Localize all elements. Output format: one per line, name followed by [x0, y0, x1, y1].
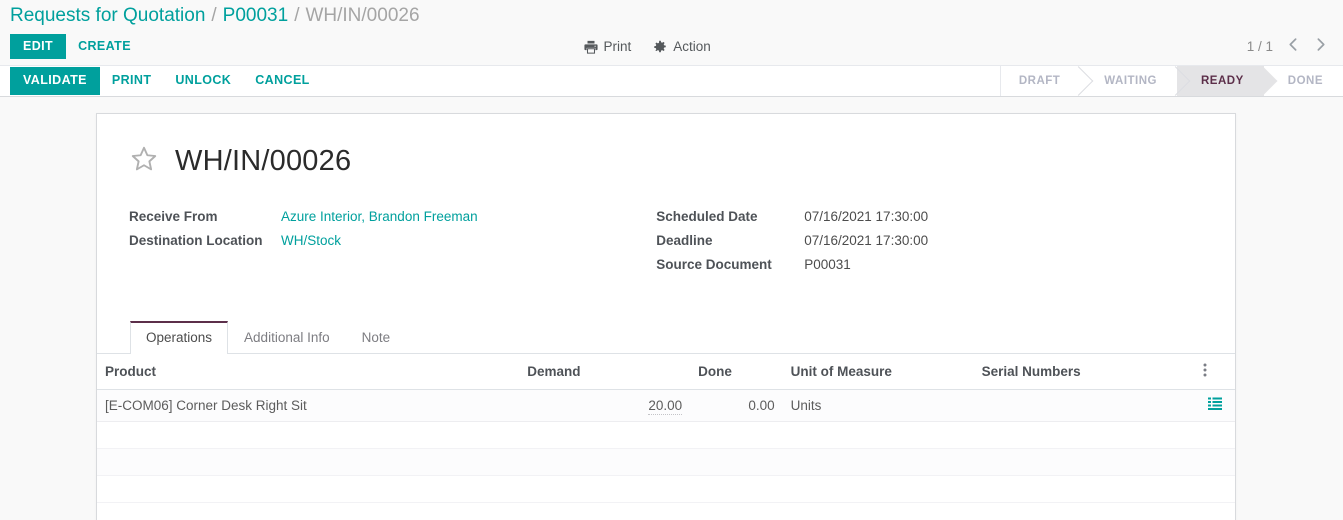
breadcrumb-separator-1: /: [211, 4, 217, 26]
column-header-demand[interactable]: Demand: [519, 354, 691, 390]
table-body: [E-COM06] Corner Desk Right Sit 20.00 0.…: [97, 389, 1235, 503]
tab-note[interactable]: Note: [346, 321, 407, 354]
validate-button[interactable]: VALIDATE: [10, 67, 100, 95]
record-title-row: WH/IN/00026: [129, 134, 1203, 179]
record-action-buttons: VALIDATE PRINT UNLOCK CANCEL: [0, 66, 322, 96]
cell-serial-numbers[interactable]: [973, 389, 1195, 422]
form-column-right: Scheduled Date 07/16/2021 17:30:00 Deadl…: [656, 209, 1203, 281]
status-stage-waiting[interactable]: WAITING: [1080, 66, 1177, 96]
breadcrumb-current: WH/IN/00026: [305, 4, 420, 26]
cell-demand[interactable]: 20.00: [519, 389, 691, 422]
table-row[interactable]: [E-COM06] Corner Desk Right Sit 20.00 0.…: [97, 389, 1235, 422]
field-value-destination-location[interactable]: WH/Stock: [281, 233, 341, 248]
next-page-icon[interactable]: [1314, 37, 1327, 57]
form-fields: Receive From Azure Interior, Brandon Fre…: [129, 209, 1203, 281]
operations-table-wrap: Product Demand Done Unit of Measure Seri…: [97, 354, 1235, 503]
pager-arrows: [1287, 37, 1327, 57]
print-button[interactable]: PRINT: [100, 67, 164, 95]
cell-product[interactable]: [E-COM06] Corner Desk Right Sit: [97, 389, 520, 422]
field-label-deadline: Deadline: [656, 233, 713, 248]
action-menu-label: Action: [673, 39, 711, 54]
print-menu-label: Print: [603, 39, 632, 54]
print-menu[interactable]: Print: [583, 39, 632, 54]
printer-icon: [583, 40, 598, 54]
field-label-source-document: Source Document: [656, 257, 772, 272]
page-title: WH/IN/00026: [175, 145, 352, 177]
field-receive-from: Receive From Azure Interior, Brandon Fre…: [129, 209, 656, 233]
previous-page-icon[interactable]: [1287, 37, 1300, 57]
table-header: Product Demand Done Unit of Measure Seri…: [97, 354, 1235, 390]
field-value-deadline: 07/16/2021 17:30:00: [804, 233, 929, 248]
statusbar: DRAFT WAITING READY DONE: [999, 66, 1343, 96]
status-stage-draft[interactable]: DRAFT: [1000, 66, 1081, 96]
vertical-dots-icon[interactable]: [1203, 363, 1207, 380]
field-label-scheduled-date: Scheduled Date: [656, 209, 758, 224]
breadcrumb-root-link[interactable]: Requests for Quotation: [10, 5, 205, 27]
cell-unit-of-measure[interactable]: Units: [782, 389, 974, 422]
pager: 1 / 1: [1247, 37, 1333, 57]
field-label-destination-location: Destination Location: [129, 233, 263, 248]
record-sheet: WH/IN/00026 Receive From Azure Interior,…: [96, 113, 1236, 520]
unlock-button[interactable]: UNLOCK: [163, 67, 243, 95]
field-value-scheduled-date: 07/16/2021 17:30:00: [804, 209, 929, 224]
operations-table: Product Demand Done Unit of Measure Seri…: [97, 354, 1235, 503]
cell-row-detail[interactable]: [1194, 389, 1235, 422]
tab-operations[interactable]: Operations: [130, 321, 229, 354]
column-header-product[interactable]: Product: [97, 354, 520, 390]
field-source-document: Source Document P00031: [656, 257, 1203, 281]
column-options-toggle[interactable]: [1194, 354, 1235, 390]
edit-button[interactable]: EDIT: [10, 33, 67, 60]
column-header-unit-of-measure[interactable]: Unit of Measure: [782, 354, 974, 390]
cell-done[interactable]: 0.00: [690, 389, 783, 422]
field-deadline: Deadline 07/16/2021 17:30:00: [656, 233, 1203, 257]
create-button[interactable]: CREATE: [66, 34, 143, 60]
cell-demand-value: 20.00: [648, 397, 683, 415]
table-row-empty: [97, 475, 1235, 503]
table-row-empty: [97, 448, 1235, 476]
favorite-star-icon[interactable]: [129, 144, 159, 179]
gear-icon: [653, 40, 667, 54]
breadcrumb-parent-link[interactable]: P00031: [223, 5, 289, 27]
notebook: Operations Additional Info Note Product …: [97, 321, 1235, 520]
tab-additional-info[interactable]: Additional Info: [228, 321, 346, 354]
form-column-left: Receive From Azure Interior, Brandon Fre…: [129, 209, 656, 281]
table-row-empty: [97, 421, 1235, 449]
breadcrumb-separator-2: /: [294, 4, 300, 26]
table-header-row: Product Demand Done Unit of Measure Seri…: [97, 354, 1235, 390]
action-menu[interactable]: Action: [653, 39, 711, 54]
column-header-done[interactable]: Done: [690, 354, 783, 390]
field-label-receive-from: Receive From: [129, 209, 218, 224]
column-header-serial-numbers[interactable]: Serial Numbers: [973, 354, 1195, 390]
field-destination-location: Destination Location WH/Stock: [129, 233, 656, 257]
pager-value: 1 / 1: [1246, 39, 1273, 54]
breadcrumb: Requests for Quotation / P00031 / WH/IN/…: [0, 0, 1343, 28]
status-action-bar: VALIDATE PRINT UNLOCK CANCEL DRAFT WAITI…: [0, 65, 1343, 97]
field-value-receive-from[interactable]: Azure Interior, Brandon Freeman: [281, 209, 478, 224]
control-panel-top: EDIT CREATE Print Action 1 / 1: [0, 28, 1343, 65]
field-value-source-document: P00031: [804, 257, 851, 272]
field-scheduled-date: Scheduled Date 07/16/2021 17:30:00: [656, 209, 1203, 233]
list-lines-icon[interactable]: [1207, 397, 1222, 413]
control-panel-menus: Print Action: [583, 39, 711, 54]
cancel-button[interactable]: CANCEL: [243, 67, 321, 95]
notebook-tabs: Operations Additional Info Note: [97, 321, 1235, 354]
sheet-container: WH/IN/00026 Receive From Azure Interior,…: [0, 97, 1343, 520]
